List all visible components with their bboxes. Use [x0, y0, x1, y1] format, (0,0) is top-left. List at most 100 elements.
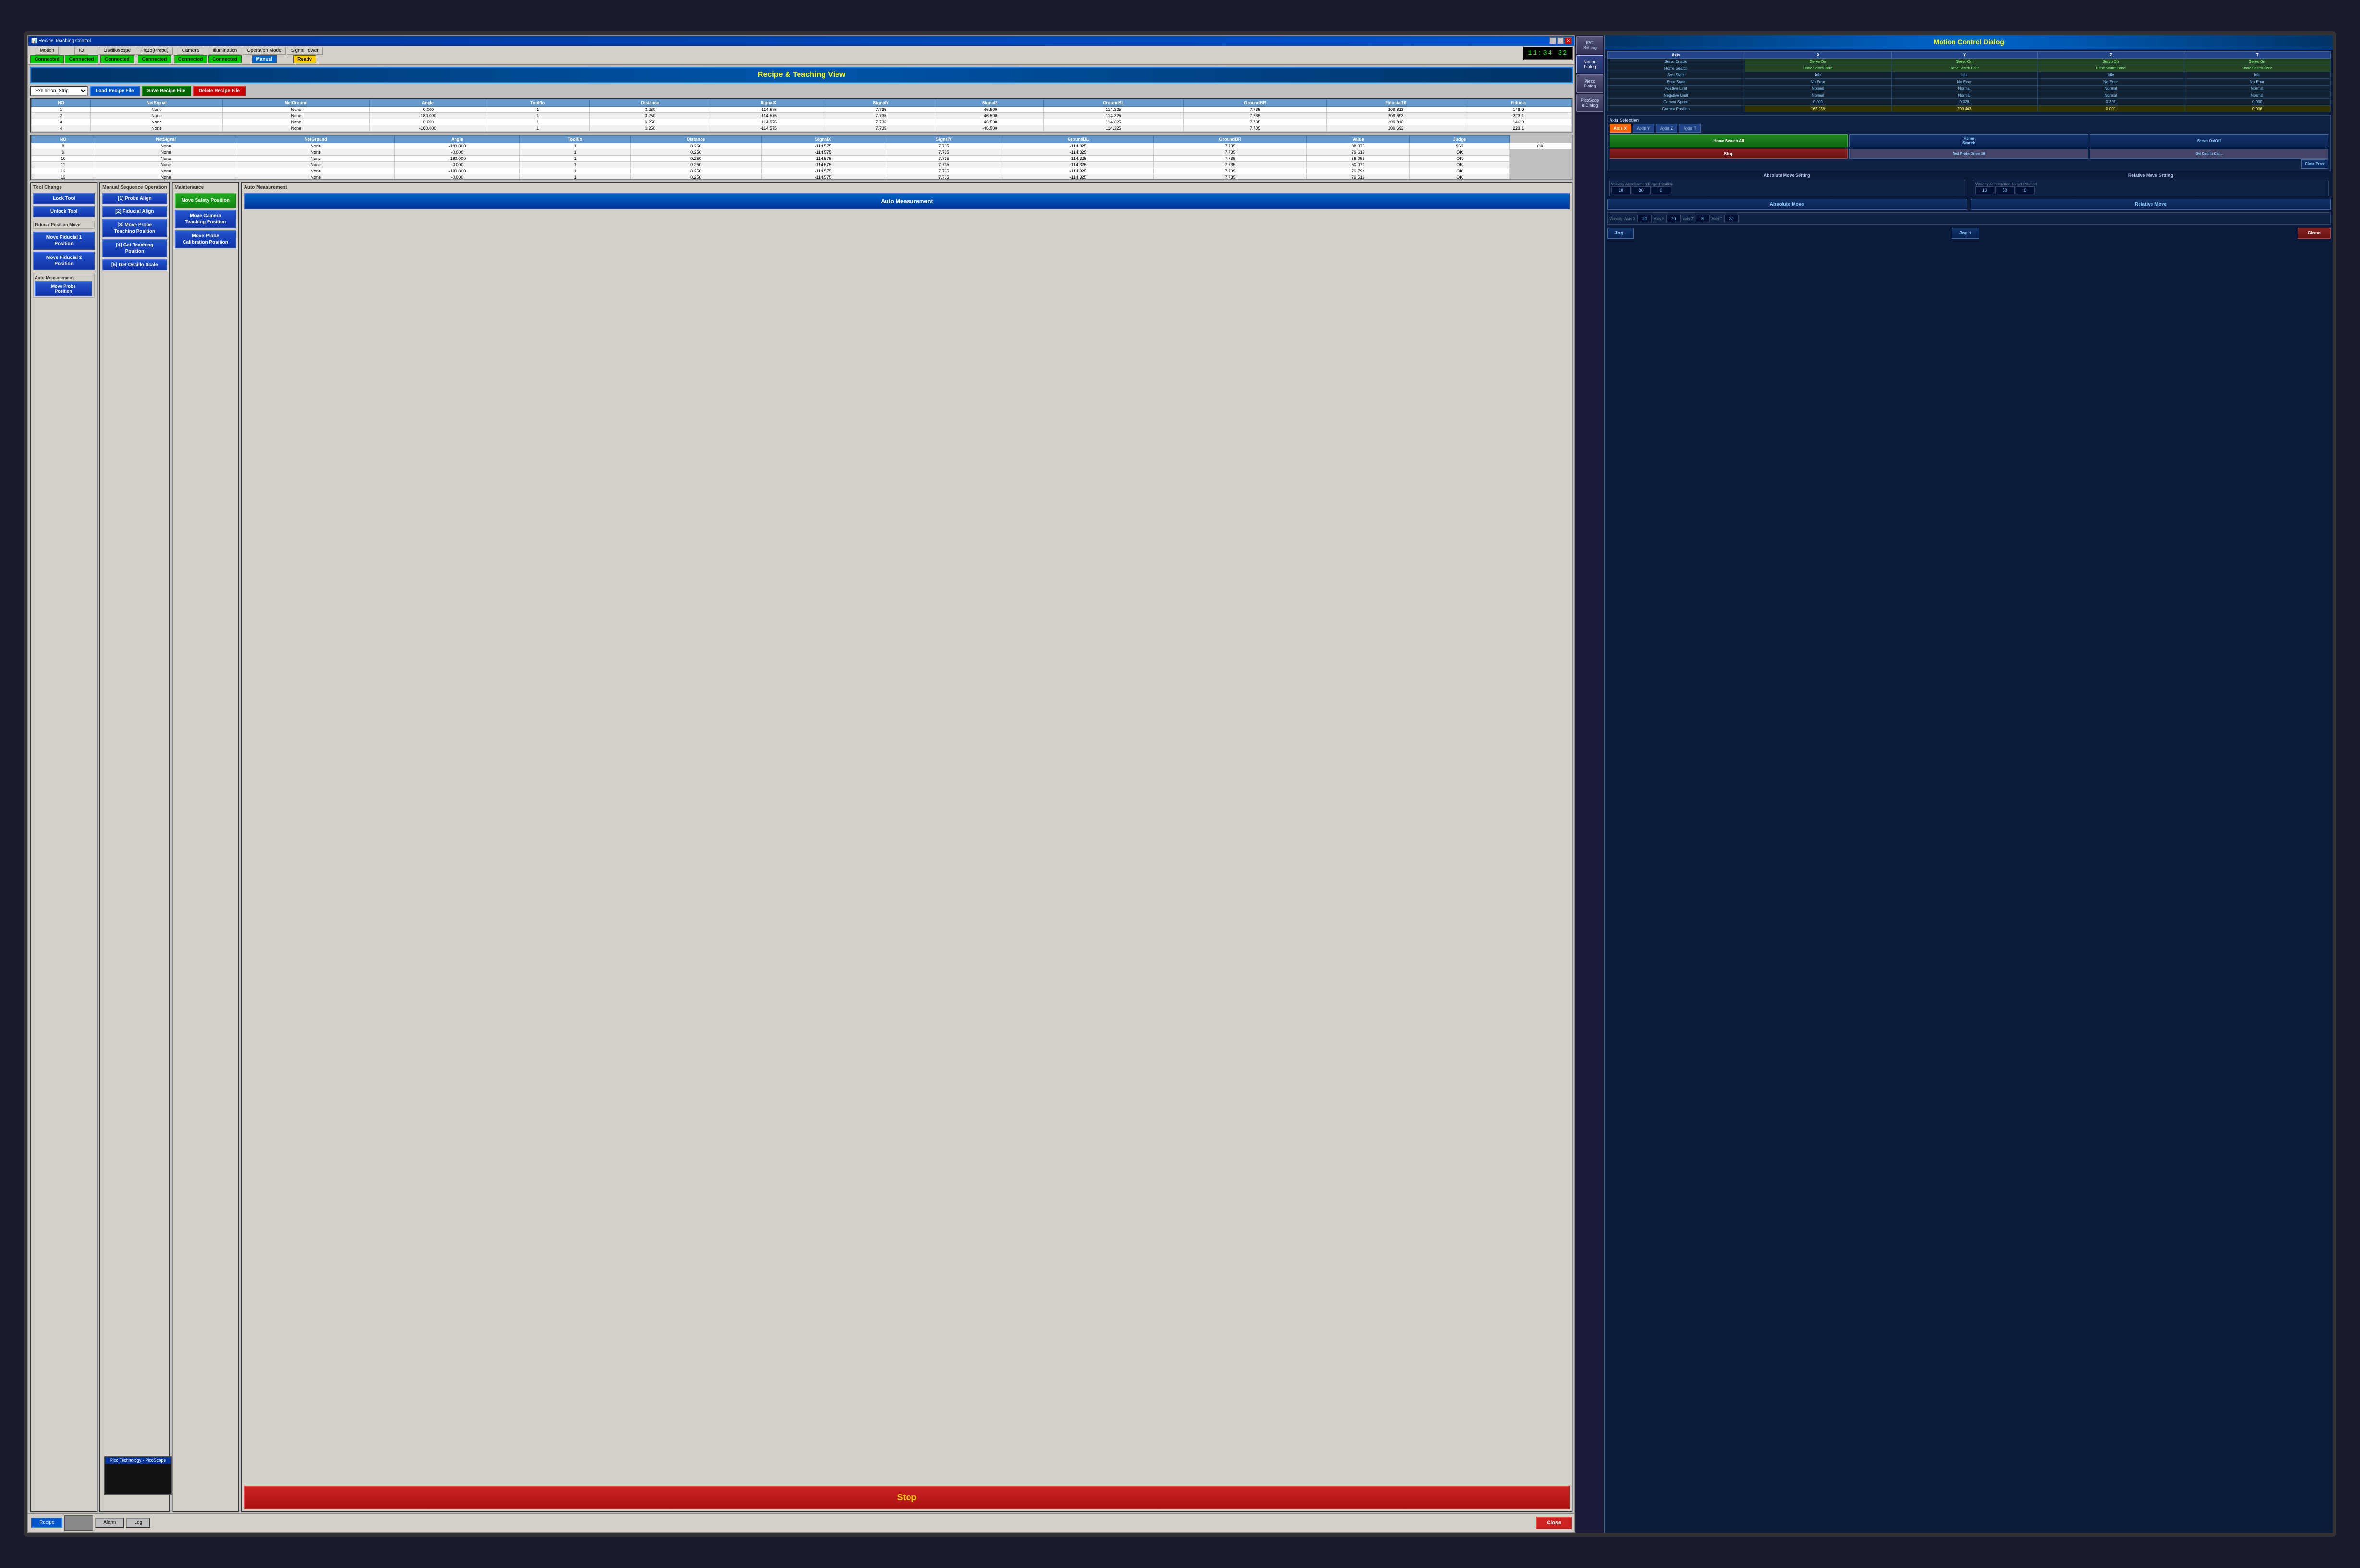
windows-start[interactable]: [64, 1515, 93, 1531]
mon-y-input[interactable]: [1666, 215, 1681, 222]
rel-velocity-input[interactable]: [1975, 186, 1994, 194]
table-row: 11NoneNone-0.00010.250-114.5757.735-114.…: [32, 162, 1572, 168]
tab-alarm[interactable]: Alarm: [95, 1518, 124, 1528]
axis-y-btn[interactable]: Axis Y: [1633, 124, 1654, 133]
recipe-combo[interactable]: Exhibition_Strip: [30, 86, 88, 96]
auto-measurement-button[interactable]: Auto Measurement: [244, 193, 1570, 209]
stop-button[interactable]: Stop: [244, 1486, 1570, 1509]
error-t: No Error: [2184, 79, 2331, 86]
sidebar-ipc-setting[interactable]: IPCSetting: [1576, 36, 1603, 54]
axis-state-label: Axis State: [1607, 72, 1745, 79]
unlock-tool-button[interactable]: Unlock Tool: [33, 206, 95, 217]
status-motion: Connected: [30, 55, 64, 63]
mon-z-input[interactable]: [1696, 215, 1710, 222]
menu-camera-label[interactable]: Camera: [178, 47, 204, 55]
fiducial1-button[interactable]: Move Fiducial 1 Position: [33, 232, 95, 250]
status-oscilloscope: Connected: [100, 55, 134, 63]
axis-t-btn[interactable]: Axis T: [1679, 124, 1700, 133]
col-angle: Angle: [369, 99, 486, 107]
rel-acceleration-input[interactable]: [1995, 186, 2015, 194]
move-probe-calib-button[interactable]: Move Probe Calibration Position: [175, 230, 236, 248]
menu-io-label[interactable]: IO: [74, 47, 88, 55]
abs-target-input[interactable]: [1652, 186, 1671, 194]
title-bar: 📊 Recipe Teaching Control _ □ ✕: [28, 36, 1574, 46]
sidebar-motion-dialog[interactable]: MotionDialog: [1576, 55, 1603, 74]
save-recipe-button[interactable]: Save Recipe File: [142, 86, 191, 96]
move-probe-btn[interactable]: Move Probe Position: [35, 281, 92, 296]
move-probe-teaching-button[interactable]: [3] Move Probe Teaching Position: [102, 219, 167, 237]
test-probe-btn[interactable]: Test Probe Driver 19: [1849, 149, 2088, 159]
monitoring-row: Velocity Axis X Axis Y Axis Z Axis T: [1610, 215, 2328, 222]
state-x: Idle: [1745, 72, 1891, 79]
abs-input-row: Velocity Acceleration Target Position: [1611, 182, 1963, 186]
toolbar-row: Exhibition_Strip Load Recipe File Save R…: [28, 85, 1574, 97]
rel-target-input[interactable]: [2016, 186, 2035, 194]
table1: NO NetSignal NetGround Angle ToolNo Dist…: [31, 99, 1572, 132]
motion-dialog-title: Motion Control Dialog: [1605, 35, 2333, 49]
poslim-z: Normal: [2038, 86, 2184, 92]
test-oscillo-btn[interactable]: Get Oscillo Cal...: [2090, 149, 2328, 159]
minimize-btn[interactable]: _: [1549, 37, 1556, 44]
load-recipe-button[interactable]: Load Recipe File: [90, 86, 139, 96]
status-signal: Ready: [293, 55, 316, 63]
menu-motion-label[interactable]: Motion: [36, 47, 59, 55]
home-search-btn[interactable]: HomeSearch: [1849, 134, 2088, 147]
menu-operation-label[interactable]: Operation Mode: [243, 47, 286, 55]
rel-input-row: Velocity Acceleration Target Position: [1975, 182, 2326, 186]
move-camera-button[interactable]: Move Camera Teaching Position: [175, 210, 236, 228]
abs-velocity-input[interactable]: [1611, 186, 1631, 194]
close-main-button[interactable]: Close: [1536, 1517, 1572, 1529]
error-x: No Error: [1745, 79, 1891, 86]
axis-x-btn[interactable]: Axis X: [1610, 124, 1632, 133]
t2-col-toolno: ToolNo: [520, 136, 630, 143]
window-controls: _ □ ✕: [1549, 37, 1572, 44]
ipc-sidebar: IPCSetting MotionDialog PiezoDialog Pico…: [1575, 35, 1604, 1532]
delete-recipe-button[interactable]: Delete Recipe File: [193, 86, 246, 96]
abs-move-header: Absolute Move Setting: [1607, 172, 1967, 179]
tab-recipe[interactable]: Recipe: [31, 1518, 62, 1528]
main-app: 📊 Recipe Teaching Control _ □ ✕ Motion C…: [27, 35, 1575, 1532]
relative-move-button[interactable]: Relative Move: [1971, 199, 2331, 210]
servo-x: Servo On: [1745, 59, 1891, 65]
mon-ax-label: Axis X: [1624, 217, 1635, 221]
clear-error-btn[interactable]: Clear Error: [2301, 159, 2328, 169]
menu-illumination-label[interactable]: Illumination: [209, 47, 242, 55]
tab-log[interactable]: Log: [126, 1518, 150, 1528]
jog-minus-button[interactable]: Jog -: [1607, 228, 1634, 239]
table2-container: NO NetSignal NetGround Angle ToolNo Dist…: [30, 135, 1573, 180]
menu-oscilloscope-label[interactable]: Oscilloscope: [99, 47, 135, 55]
servo-onoff-btn[interactable]: Servo On/Off: [2090, 134, 2328, 147]
menu-piezo-label[interactable]: Piezo(Probe): [136, 47, 172, 55]
close-dialog-button[interactable]: Close: [2298, 228, 2331, 239]
absolute-move-button[interactable]: Absolute Move: [1607, 199, 1967, 210]
menu-signal-label[interactable]: Signal Tower: [287, 47, 323, 55]
home-search-all-btn[interactable]: Home Search All: [1610, 134, 1848, 147]
status-camera: Connected: [174, 55, 208, 63]
t2-col-signaly: SignalY: [885, 136, 1003, 143]
neglim-z: Normal: [2038, 92, 2184, 99]
mon-t-input[interactable]: [1724, 215, 1739, 222]
jog-plus-button[interactable]: Jog +: [1952, 228, 1979, 239]
fiducial2-button[interactable]: Move Fiducial 2 Position: [33, 252, 95, 270]
get-oscillo-scale-button[interactable]: [5] Get Oscillo Scale: [102, 259, 167, 270]
stop-axis-btn[interactable]: Stop: [1610, 149, 1848, 159]
home-label: Home Search: [1607, 65, 1745, 72]
get-teaching-button[interactable]: [4] Get Teaching Position: [102, 239, 167, 257]
sidebar-picoscope-dialog[interactable]: PicoScope Dialog: [1576, 94, 1603, 112]
neglim-x: Normal: [1745, 92, 1891, 99]
popup-title: Pico Technology - PicoScope: [105, 1457, 171, 1464]
probe-align-button[interactable]: [1] Probe Align: [102, 193, 167, 204]
maximize-btn[interactable]: □: [1557, 37, 1564, 44]
move-safety-button[interactable]: Move Safety Position: [175, 193, 236, 208]
mon-x-input[interactable]: [1637, 215, 1652, 222]
col-signal2: Signal2: [936, 99, 1044, 107]
status-illumination: Connected: [208, 55, 242, 63]
axis-z-btn[interactable]: Axis Z: [1656, 124, 1677, 133]
lock-tool-button[interactable]: Lock Tool: [33, 193, 95, 204]
abs-acceleration-input[interactable]: [1632, 186, 1651, 194]
menu-camera: Camera Connected: [174, 47, 208, 63]
sidebar-piezo-dialog[interactable]: PiezoDialog: [1576, 74, 1603, 93]
fiducial-align-button[interactable]: [2] Fiducial Align: [102, 206, 167, 217]
close-btn-titlebar[interactable]: ✕: [1565, 37, 1572, 44]
col-toolno: ToolNo: [486, 99, 589, 107]
